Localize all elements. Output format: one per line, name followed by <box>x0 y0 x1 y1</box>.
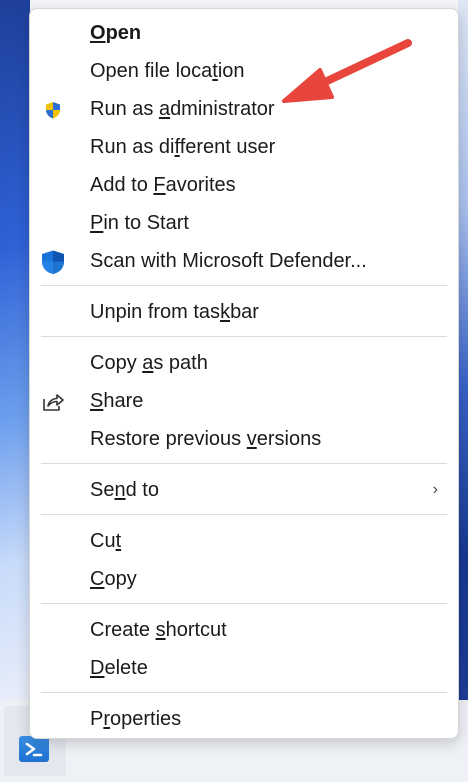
context-menu: Open Open file location Run as administrat… <box>29 8 459 739</box>
menu-item-send-to[interactable]: Send to › <box>30 471 458 509</box>
menu-item-label: Cut <box>90 530 122 552</box>
menu-item-delete[interactable]: Delete <box>30 649 458 687</box>
menu-item-restore-previous-versions[interactable]: Restore previous versions <box>30 420 458 458</box>
menu-item-run-as-different-user[interactable]: Run as different user <box>30 128 458 166</box>
menu-item-label: Run as different user <box>90 136 276 158</box>
menu-item-label: Send to <box>90 479 159 501</box>
menu-item-label: Share <box>90 390 144 412</box>
access-key: t <box>115 530 122 552</box>
wallpaper-right-edge <box>458 0 468 700</box>
menu-item-unpin-from-taskbar[interactable]: Unpin from taskbar <box>30 293 458 331</box>
access-key: v <box>246 428 257 450</box>
menu-item-label: Unpin from taskbar <box>90 301 259 323</box>
menu-item-copy-as-path[interactable]: Copy as path <box>30 344 458 382</box>
menu-item-properties[interactable]: Properties <box>30 700 458 738</box>
menu-item-pin-to-start[interactable]: Pin to Start <box>30 204 458 242</box>
access-key: S <box>90 390 104 412</box>
menu-item-label: Open file location <box>90 60 245 82</box>
defender-shield-icon <box>40 249 66 275</box>
access-key: D <box>90 657 105 679</box>
access-key: C <box>90 568 105 590</box>
menu-item-create-shortcut[interactable]: Create shortcut <box>30 611 458 649</box>
chevron-right-icon: › <box>432 481 438 498</box>
access-key: r <box>103 708 111 730</box>
access-key: F <box>153 174 166 196</box>
menu-item-copy[interactable]: Copy <box>30 560 458 598</box>
menu-item-label: Create shortcut <box>90 619 227 641</box>
menu-item-label: Pin to Start <box>90 212 189 234</box>
access-key: O <box>90 22 106 44</box>
menu-item-label: Scan with Microsoft Defender... <box>90 250 367 272</box>
menu-separator <box>41 603 447 604</box>
menu-item-label: Add to Favorites <box>90 174 236 196</box>
menu-item-label: Copy <box>90 568 137 590</box>
menu-item-label: Restore previous versions <box>90 428 322 450</box>
menu-separator <box>41 514 447 515</box>
menu-separator <box>41 463 447 464</box>
access-key: k <box>220 301 231 323</box>
powershell-icon <box>19 736 49 762</box>
access-key: a <box>142 352 154 374</box>
menu-item-label: Run as administrator <box>90 98 275 120</box>
annotation-arrow <box>282 39 412 103</box>
menu-item-add-to-favorites[interactable]: Add to Favorites <box>30 166 458 204</box>
menu-item-scan-with-defender[interactable]: Scan with Microsoft Defender... <box>30 242 458 280</box>
menu-separator <box>41 336 447 337</box>
menu-separator <box>41 692 447 693</box>
wallpaper-left-edge <box>0 0 30 700</box>
access-key: n <box>114 479 126 501</box>
menu-item-share[interactable]: Share <box>30 382 458 420</box>
menu-item-label: Delete <box>90 657 148 679</box>
uac-shield-icon <box>40 97 66 123</box>
menu-item-cut[interactable]: Cut <box>30 522 458 560</box>
menu-separator <box>41 285 447 286</box>
access-key: a <box>158 98 171 120</box>
menu-item-label: Copy as path <box>90 352 208 374</box>
access-key: s <box>155 619 166 641</box>
access-key: P <box>90 212 104 234</box>
share-icon <box>40 389 66 415</box>
menu-item-label: Open <box>90 22 142 44</box>
menu-item-label: Properties <box>90 708 182 730</box>
